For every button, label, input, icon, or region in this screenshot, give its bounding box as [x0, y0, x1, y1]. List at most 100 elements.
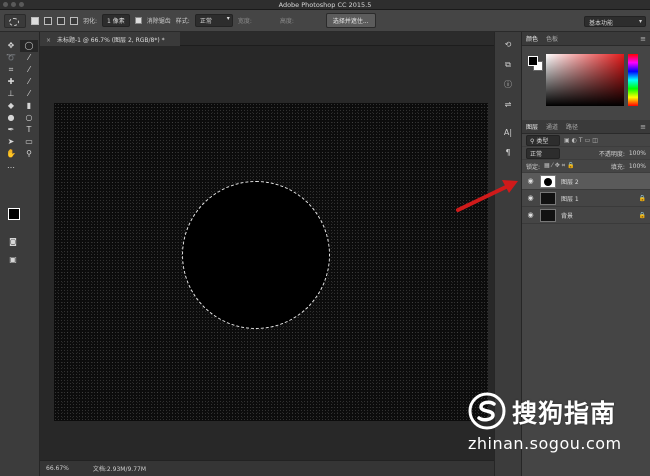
crop-tool-icon[interactable]: ⌗: [2, 64, 20, 76]
zoom-tool-icon[interactable]: ⚲: [20, 148, 38, 160]
lock-icons[interactable]: ▦⁄✥⌗🔒: [544, 162, 577, 170]
intersect-selection-icon[interactable]: [70, 16, 78, 25]
red-arrow-annotation: [456, 180, 518, 212]
visibility-eye-icon[interactable]: ◉: [526, 177, 535, 185]
info-icon[interactable]: ⓘ: [498, 78, 518, 92]
tool-preset-picker[interactable]: [4, 13, 26, 28]
color-foreground-swatch[interactable]: [528, 56, 538, 66]
layer-row[interactable]: ◉ 图层 1 🔒: [522, 190, 650, 207]
feather-label: 羽化:: [83, 18, 98, 25]
layers-panel: ⚲ 类型 ▣◐T▭◫ 正常 不透明度: 100% 锁定: ▦⁄✥⌗🔒 填充: 1…: [522, 134, 650, 224]
gradient-tool-icon[interactable]: ▮: [20, 100, 38, 112]
style-select[interactable]: 正常: [194, 14, 233, 27]
quick-mask-icon[interactable]: ◙: [4, 236, 22, 248]
document-window: [40, 46, 494, 460]
tab-swatches[interactable]: 色板: [546, 34, 558, 43]
filter-icons[interactable]: ▣◐T▭◫: [564, 137, 600, 144]
window-controls[interactable]: [3, 2, 24, 7]
new-selection-icon[interactable]: [31, 16, 39, 25]
healing-tool-icon[interactable]: ✚: [2, 76, 20, 88]
blend-mode-select[interactable]: 正常: [526, 147, 560, 159]
subtract-selection-icon[interactable]: [57, 16, 65, 25]
properties-icon[interactable]: ⧉: [498, 58, 518, 72]
watermark-url: zhinan.sogou.com: [468, 434, 622, 453]
dodge-tool-icon[interactable]: ○: [20, 112, 38, 124]
watermark-brand: 搜狗指南: [512, 399, 617, 428]
style-label: 样式:: [175, 18, 190, 25]
hue-slider[interactable]: [628, 54, 638, 106]
antialias-checkbox[interactable]: [134, 17, 142, 24]
close-window-button[interactable]: [3, 2, 8, 7]
shape-tool-icon[interactable]: ▭: [20, 136, 38, 148]
eyedropper-tool-icon[interactable]: ⁄: [20, 64, 38, 76]
layer-row[interactable]: ◉ 背景 🔒: [522, 207, 650, 224]
feather-input[interactable]: 1 像素: [102, 14, 130, 27]
layer-name[interactable]: 背景: [561, 211, 573, 220]
blur-tool-icon[interactable]: ●: [2, 112, 20, 124]
hand-tool-icon[interactable]: ✋: [2, 148, 20, 160]
adjustments-icon[interactable]: ⇌: [498, 98, 518, 112]
close-tab-icon[interactable]: ×: [46, 37, 51, 44]
window-title: Adobe Photoshop CC 2015.5: [278, 0, 372, 9]
color-swatches[interactable]: [8, 208, 30, 230]
more-tools-icon[interactable]: …: [2, 160, 20, 172]
layer-filter-select[interactable]: ⚲ 类型: [526, 134, 560, 146]
document-tabs: × 未标题-1 @ 66.7% (图层 2, RGB/8*) *: [40, 32, 494, 46]
height-label: 高度:: [279, 18, 294, 25]
circle-selection[interactable]: [182, 181, 330, 329]
workspace-select[interactable]: 基本功能: [584, 16, 646, 27]
stamp-tool-icon[interactable]: ⊥: [2, 88, 20, 100]
tab-color[interactable]: 颜色: [526, 34, 538, 43]
image-canvas[interactable]: [54, 103, 488, 421]
layers-menu-icon[interactable]: ≡: [640, 123, 646, 131]
zoom-window-button[interactable]: [19, 2, 24, 7]
opacity-label: 不透明度:: [598, 150, 625, 158]
path-selection-tool-icon[interactable]: ➤: [2, 136, 20, 148]
layer-thumbnail: [540, 208, 556, 222]
history-icon[interactable]: ⟲: [498, 38, 518, 52]
magic-wand-tool-icon[interactable]: ⁄: [20, 52, 38, 64]
zoom-level[interactable]: 66.67%: [46, 465, 69, 472]
pen-tool-icon[interactable]: ✒: [2, 124, 20, 136]
sogou-logo-icon: [468, 392, 506, 430]
panel-menu-icon[interactable]: ≡: [640, 35, 646, 43]
screen-mode-icon[interactable]: ▣: [4, 254, 22, 266]
layer-filter-value: 类型: [536, 137, 549, 145]
marquee-tool-icon[interactable]: ◯: [20, 40, 38, 52]
minimize-window-button[interactable]: [11, 2, 16, 7]
lasso-tool-icon[interactable]: ➰: [2, 52, 20, 64]
layers-panel-tabs: 图层 通道 路径 ≡: [522, 120, 650, 134]
brush-tool-icon[interactable]: ⁄: [20, 76, 38, 88]
color-picker-field[interactable]: [546, 54, 624, 106]
tab-channels[interactable]: 通道: [546, 122, 558, 131]
lock-label: 锁定:: [526, 163, 541, 171]
lock-row: 锁定: ▦⁄✥⌗🔒 填充: 100%: [522, 160, 650, 173]
history-brush-tool-icon[interactable]: ⁄: [20, 88, 38, 100]
add-selection-icon[interactable]: [44, 16, 52, 25]
document-tab[interactable]: × 未标题-1 @ 66.7% (图层 2, RGB/8*) *: [40, 32, 180, 46]
tab-layers[interactable]: 图层: [526, 122, 538, 131]
move-tool-icon[interactable]: ✥: [2, 40, 20, 52]
tab-paths[interactable]: 路径: [566, 122, 578, 131]
fill-value[interactable]: 100%: [629, 163, 646, 170]
paragraph-icon[interactable]: ¶: [498, 146, 518, 160]
type-tool-icon[interactable]: T: [20, 124, 38, 136]
visibility-eye-icon[interactable]: ◉: [526, 211, 535, 219]
sogou-watermark: 搜狗指南 zhinan.sogou.com: [456, 392, 646, 464]
visibility-eye-icon[interactable]: ◉: [526, 194, 535, 202]
character-icon[interactable]: A|: [498, 126, 518, 140]
foreground-color-swatch[interactable]: [8, 208, 20, 220]
options-bar: 羽化: 1 像素 消除锯齿 样式: 正常 宽度: 高度: 选择并遮住...: [0, 10, 650, 32]
layer-name[interactable]: 图层 2: [561, 177, 579, 186]
opacity-value[interactable]: 100%: [629, 150, 646, 157]
color-panel: [522, 46, 650, 114]
layer-thumbnail: [540, 174, 556, 188]
layer-row[interactable]: ◉ 图层 2: [522, 173, 650, 190]
lock-icon: 🔒: [638, 211, 646, 219]
select-and-mask-button[interactable]: 选择并遮住...: [325, 13, 376, 28]
layer-name[interactable]: 图层 1: [561, 194, 579, 203]
title-bar: Adobe Photoshop CC 2015.5: [0, 0, 650, 10]
document-tab-title: 未标题-1 @ 66.7% (图层 2, RGB/8*) *: [56, 37, 165, 44]
antialias-label: 消除锯齿: [146, 18, 171, 25]
eraser-tool-icon[interactable]: ◆: [2, 100, 20, 112]
